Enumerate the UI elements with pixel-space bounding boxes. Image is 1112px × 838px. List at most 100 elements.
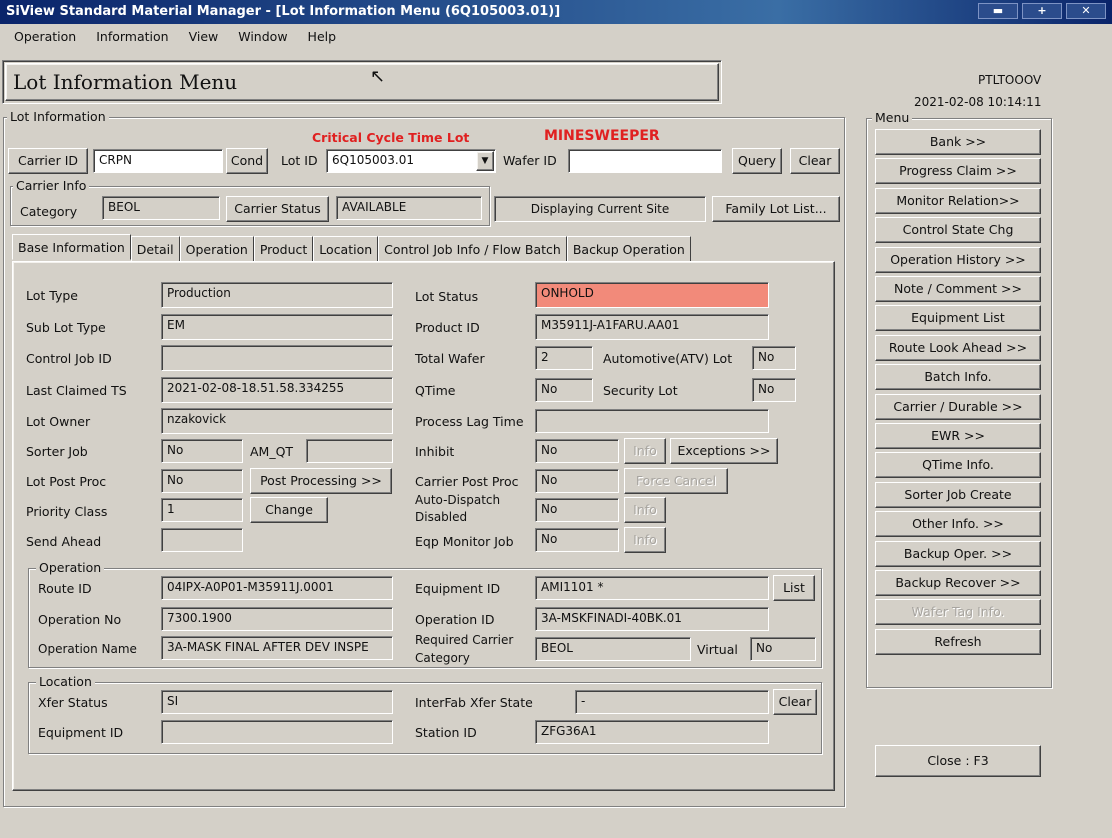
auto-dispatch-value: No xyxy=(535,498,619,522)
side-menu-item[interactable]: Backup Recover >> xyxy=(875,570,1041,596)
required-carrier-label-2: Category xyxy=(415,651,470,665)
am-qt-value xyxy=(306,439,393,463)
site-indicator: Displaying Current Site xyxy=(494,196,706,222)
wafer-id-input[interactable] xyxy=(568,149,722,173)
carrier-post-proc-value: No xyxy=(535,469,619,493)
change-priority-button[interactable]: Change xyxy=(250,497,328,523)
priority-class-value: 1 xyxy=(161,498,243,522)
location-clear-button[interactable]: Clear xyxy=(773,689,817,715)
window-controls: ▬ + ✕ xyxy=(978,3,1106,21)
menu-window[interactable]: Window xyxy=(228,26,297,48)
side-menu-item[interactable]: Control State Chg xyxy=(875,217,1041,243)
process-lag-time-label: Process Lag Time xyxy=(415,414,524,429)
side-menu-item[interactable]: Sorter Job Create xyxy=(875,482,1041,508)
side-menu-item[interactable]: Operation History >> xyxy=(875,247,1041,273)
close-button[interactable]: Close : F3 xyxy=(875,745,1041,777)
carrier-status-button[interactable]: Carrier Status xyxy=(226,196,329,222)
lot-id-select[interactable]: 6Q105003.01 ▼ xyxy=(326,149,496,173)
auto-dispatch-info-button[interactable]: Info xyxy=(624,497,666,523)
cond-button[interactable]: Cond xyxy=(226,148,268,174)
side-menu-item[interactable]: Progress Claim >> xyxy=(875,158,1041,184)
operation-id-label: Operation ID xyxy=(415,612,495,627)
minimize-icon[interactable]: ▬ xyxy=(978,3,1018,19)
window-title-bar: SiView Standard Material Manager - [Lot … xyxy=(0,0,1112,24)
side-menu-item[interactable]: Backup Oper. >> xyxy=(875,541,1041,567)
send-ahead-value xyxy=(161,528,243,552)
minesweeper-label: MINESWEEPER xyxy=(544,128,660,144)
tab-backup-operation[interactable]: Backup Operation xyxy=(566,236,691,262)
equipment-id-label: Equipment ID xyxy=(415,581,501,596)
maximize-icon[interactable]: + xyxy=(1022,3,1062,19)
sub-lot-type-value: EM xyxy=(161,314,393,340)
side-menu-item[interactable]: Refresh xyxy=(875,629,1041,655)
last-claimed-ts-value: 2021-02-08-18.51.58.334255 xyxy=(161,377,393,403)
product-id-label: Product ID xyxy=(415,320,480,335)
tab-detail[interactable]: Detail xyxy=(130,236,180,262)
xfer-status-label: Xfer Status xyxy=(38,695,108,710)
location-equipment-id-label: Equipment ID xyxy=(38,725,124,740)
lot-information-label: Lot Information xyxy=(7,109,109,124)
side-menu-item[interactable]: Bank >> xyxy=(875,129,1041,155)
menu-information[interactable]: Information xyxy=(86,26,178,48)
side-menu-item[interactable]: Note / Comment >> xyxy=(875,276,1041,302)
user-id: PTLTOOOV xyxy=(978,73,1042,87)
control-job-id-label: Control Job ID xyxy=(26,351,112,366)
last-claimed-ts-label: Last Claimed TS xyxy=(26,383,127,398)
automotive-lot-label: Automotive(ATV) Lot xyxy=(603,351,733,366)
menu-operation[interactable]: Operation xyxy=(4,26,86,48)
post-processing-button[interactable]: Post Processing >> xyxy=(250,468,392,494)
auto-dispatch-label-2: Disabled xyxy=(415,510,468,524)
side-menu-item[interactable]: Equipment List xyxy=(875,305,1041,331)
tab-base-information[interactable]: Base Information xyxy=(12,234,131,260)
sorter-job-value: No xyxy=(161,439,243,463)
carrier-id-input[interactable]: CRPN xyxy=(93,149,223,173)
inhibit-label: Inhibit xyxy=(415,444,455,459)
menu-view[interactable]: View xyxy=(179,26,229,48)
automotive-lot-value: No xyxy=(752,346,796,370)
query-button[interactable]: Query xyxy=(732,148,782,174)
tab-operation[interactable]: Operation xyxy=(179,236,254,262)
inhibit-info-button[interactable]: Info xyxy=(624,438,666,464)
carrier-id-button[interactable]: Carrier ID xyxy=(8,148,88,174)
menu-help[interactable]: Help xyxy=(298,26,347,48)
operation-group-label: Operation xyxy=(36,560,105,575)
route-id-label: Route ID xyxy=(38,581,92,596)
close-icon[interactable]: ✕ xyxy=(1066,3,1106,19)
chevron-down-icon[interactable]: ▼ xyxy=(476,151,494,171)
total-wafer-label: Total Wafer xyxy=(415,351,485,366)
lot-post-proc-value: No xyxy=(161,469,243,493)
side-menu-item[interactable]: Carrier / Durable >> xyxy=(875,394,1041,420)
xfer-status-value: SI xyxy=(161,690,393,714)
side-menu-item[interactable]: Route Look Ahead >> xyxy=(875,335,1041,361)
side-menu-item[interactable]: Batch Info. xyxy=(875,364,1041,390)
station-id-value: ZFG36A1 xyxy=(535,720,769,744)
force-cancel-button[interactable]: Force Cancel xyxy=(624,468,728,494)
send-ahead-label: Send Ahead xyxy=(26,534,102,549)
clear-button[interactable]: Clear xyxy=(790,148,840,174)
sub-lot-type-label: Sub Lot Type xyxy=(26,320,106,335)
tab-location[interactable]: Location xyxy=(313,236,379,262)
side-menu-item[interactable]: EWR >> xyxy=(875,423,1041,449)
side-menu-item[interactable]: QTime Info. xyxy=(875,452,1041,478)
qtime-label: QTime xyxy=(415,383,456,398)
process-lag-time-value xyxy=(535,409,769,433)
side-menu-item[interactable]: Other Info. >> xyxy=(875,511,1041,537)
critical-cycle-time-label: Critical Cycle Time Lot xyxy=(312,130,470,145)
equipment-list-button[interactable]: List xyxy=(773,575,815,601)
lot-status-value: ONHOLD xyxy=(535,282,769,308)
inhibit-value: No xyxy=(535,439,619,463)
priority-class-label: Priority Class xyxy=(26,504,108,519)
carrier-status-value: AVAILABLE xyxy=(336,196,482,220)
eqp-monitor-info-button[interactable]: Info xyxy=(624,527,666,553)
side-menu-item[interactable]: Monitor Relation>> xyxy=(875,188,1041,214)
auto-dispatch-label-1: Auto-Dispatch xyxy=(415,493,501,507)
family-lot-list-button[interactable]: Family Lot List... xyxy=(712,196,840,222)
side-menu-item[interactable]: Wafer Tag Info. xyxy=(875,599,1041,625)
tab-product[interactable]: Product xyxy=(253,236,314,262)
tab-control-job-info[interactable]: Control Job Info / Flow Batch xyxy=(378,236,567,262)
exceptions-button[interactable]: Exceptions >> xyxy=(670,438,778,464)
datetime: 2021-02-08 10:14:11 xyxy=(914,95,1042,109)
page-title: Lot Information Menu xyxy=(13,70,238,94)
wafer-id-label: Wafer ID xyxy=(503,153,557,168)
side-menu-label: Menu xyxy=(872,110,913,125)
